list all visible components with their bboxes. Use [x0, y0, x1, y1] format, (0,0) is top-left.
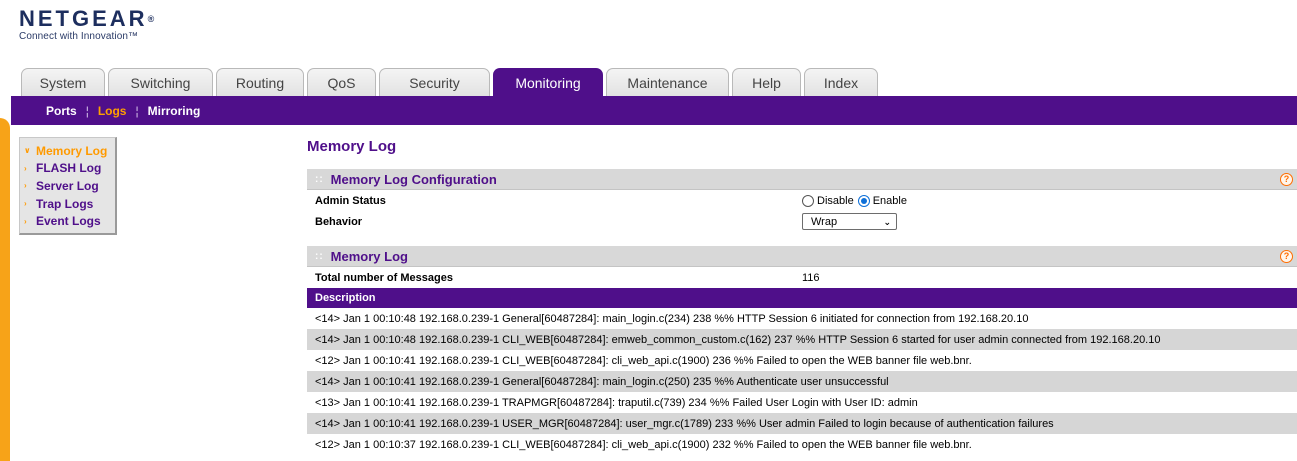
- table-row: <12> Jan 1 00:10:37 192.168.0.239-1 CLI_…: [315, 438, 972, 451]
- side-item-memory-log[interactable]: ∨ Memory Log: [20, 142, 115, 160]
- tab-monitoring[interactable]: Monitoring: [493, 68, 603, 96]
- side-menu: ∨ Memory Log › FLASH Log › Server Log › …: [19, 137, 117, 235]
- tab-index[interactable]: Index: [804, 68, 878, 96]
- log-section-title: Memory Log: [330, 248, 408, 264]
- subnav-mirroring[interactable]: Mirroring: [139, 104, 210, 118]
- config-section-title: Memory Log Configuration: [330, 171, 497, 187]
- table-row: <14> Jan 1 00:10:41 192.168.0.239-1 USER…: [307, 413, 1297, 434]
- admin-status-label: Admin Status: [315, 194, 386, 207]
- page-title: Memory Log: [307, 138, 397, 155]
- tab-system[interactable]: System: [21, 68, 105, 96]
- table-row: <13> Jan 1 00:10:41 192.168.0.239-1 TRAP…: [315, 396, 918, 409]
- total-messages-label: Total number of Messages: [315, 271, 453, 284]
- table-row: <14> Jan 1 00:10:41 192.168.0.239-1 Gene…: [307, 371, 1297, 392]
- main-tabs: System Switching Routing QoS Security Mo…: [21, 68, 881, 96]
- help-icon[interactable]: ?: [1280, 250, 1293, 263]
- side-item-label: Memory Log: [36, 143, 108, 158]
- behavior-label: Behavior: [315, 215, 363, 228]
- enable-radio-label[interactable]: Enable: [873, 195, 907, 207]
- header: NETGEAR® Connect with Innovation™: [0, 0, 1297, 66]
- section-dots-icon: ::: [315, 173, 324, 185]
- chevron-right-icon: ›: [24, 216, 27, 226]
- total-messages-row: Total number of Messages 116: [307, 267, 1297, 288]
- log-section-header: :: Memory Log ?: [307, 246, 1297, 267]
- help-icon[interactable]: ?: [1280, 173, 1293, 186]
- sub-navigation: Ports ¦ Logs ¦ Mirroring: [11, 96, 1297, 125]
- side-item-event-logs[interactable]: › Event Logs: [20, 212, 115, 230]
- side-item-server-log[interactable]: › Server Log: [20, 177, 115, 195]
- tab-maintenance[interactable]: Maintenance: [606, 68, 729, 96]
- tab-switching[interactable]: Switching: [108, 68, 213, 96]
- chevron-right-icon: ›: [24, 199, 27, 209]
- subnav-logs[interactable]: Logs: [89, 104, 136, 118]
- left-accent-bar: [0, 118, 10, 461]
- chevron-down-icon: ⌄: [883, 217, 891, 227]
- behavior-select-value: Wrap: [811, 215, 838, 228]
- behavior-row: Behavior Wrap ⌄: [307, 211, 1297, 232]
- chevron-down-icon: ∨: [24, 146, 31, 156]
- netgear-logo: NETGEAR® Connect with Innovation™: [19, 6, 155, 43]
- tab-routing[interactable]: Routing: [216, 68, 304, 96]
- side-item-trap-logs[interactable]: › Trap Logs: [20, 195, 115, 213]
- brand-name: NETGEAR: [19, 6, 148, 31]
- enable-radio[interactable]: [857, 194, 870, 207]
- table-row: <14> Jan 1 00:10:48 192.168.0.239-1 Gene…: [315, 312, 1029, 325]
- side-item-label: Event Logs: [36, 214, 101, 229]
- side-item-label: Server Log: [36, 178, 99, 193]
- table-row: <12> Jan 1 00:10:41 192.168.0.239-1 CLI_…: [315, 354, 972, 367]
- total-messages-value: 116: [802, 271, 820, 284]
- table-row: <14> Jan 1 00:10:48 192.168.0.239-1 CLI_…: [307, 329, 1297, 350]
- behavior-select[interactable]: Wrap ⌄: [802, 213, 897, 230]
- disable-radio[interactable]: [802, 194, 814, 207]
- brand-reg: ®: [147, 14, 155, 24]
- tab-help[interactable]: Help: [732, 68, 801, 96]
- disable-radio-label[interactable]: Disable: [817, 195, 854, 207]
- admin-status-row: Admin Status Disable Enable: [307, 190, 1297, 211]
- side-item-label: Trap Logs: [36, 196, 94, 211]
- description-column-header: Description: [307, 288, 1297, 308]
- brand-tagline: Connect with Innovation™: [19, 31, 139, 42]
- tab-security[interactable]: Security: [379, 68, 490, 96]
- chevron-right-icon: ›: [24, 163, 27, 173]
- side-item-label: FLASH Log: [36, 161, 102, 176]
- main-content: Memory Log :: Memory Log Configuration ?…: [307, 135, 1297, 455]
- section-dots-icon: ::: [315, 250, 324, 262]
- admin-status-radio-group: Disable Enable: [802, 194, 911, 207]
- config-section-header: :: Memory Log Configuration ?: [307, 169, 1297, 190]
- chevron-right-icon: ›: [24, 181, 27, 191]
- behavior-select-wrap: Wrap ⌄: [802, 213, 897, 230]
- tab-qos[interactable]: QoS: [307, 68, 376, 96]
- subnav-ports[interactable]: Ports: [37, 104, 86, 118]
- side-item-flash-log[interactable]: › FLASH Log: [20, 160, 115, 178]
